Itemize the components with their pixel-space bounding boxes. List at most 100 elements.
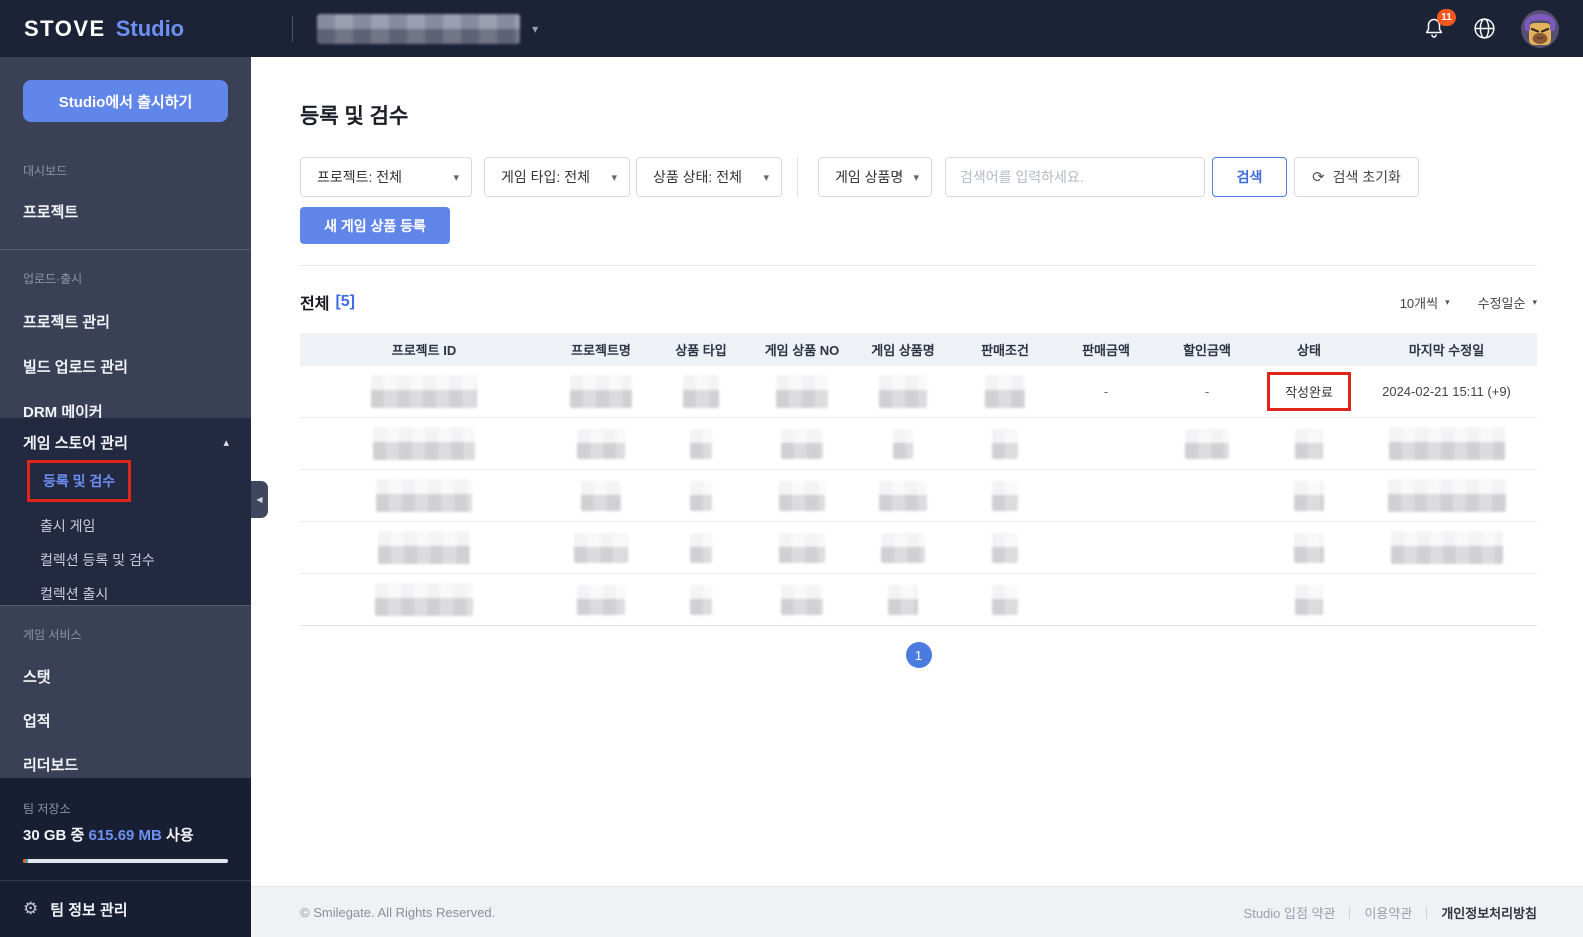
filter-bar: 프로젝트: 전체 ▾ 게임 타입: 전체 ▾ 상품 상태: 전체 ▾ 게임 상품… xyxy=(251,157,1583,197)
stove-studio-logo[interactable]: STOVE Studio xyxy=(24,16,184,42)
redacted-cell xyxy=(581,480,621,511)
search-reset-button[interactable]: ⟳ 검색 초기화 xyxy=(1294,157,1419,197)
footer-link-studio-terms[interactable]: Studio 입점 약관 xyxy=(1244,903,1336,922)
top-bar: STOVE Studio ▾ 11 xyxy=(0,0,1583,57)
table-row[interactable] xyxy=(300,418,1537,470)
sidebar-item-register-review[interactable]: 등록 및 검수 xyxy=(43,471,115,491)
sidebar-item-released-games[interactable]: 출시 게임 xyxy=(0,516,251,536)
table-row[interactable] xyxy=(300,574,1537,626)
table-row[interactable] xyxy=(300,522,1537,574)
sidebar-collapse-button[interactable]: ◀ xyxy=(251,481,268,518)
collapse-left-icon: ◀ xyxy=(256,495,263,504)
footer-link-privacy[interactable]: 개인정보처리방침 xyxy=(1441,903,1537,922)
col-header-project-id: 프로젝트 ID xyxy=(391,343,457,358)
redacted-cell xyxy=(376,479,472,512)
product-state-filter-dropdown[interactable]: 상품 상태: 전체 ▾ xyxy=(636,157,782,197)
sidebar-item-project-mgmt[interactable]: 프로젝트 관리 xyxy=(0,311,251,332)
redacted-cell xyxy=(373,427,475,460)
redacted-cell xyxy=(378,531,470,564)
search-button[interactable]: 검색 xyxy=(1212,157,1287,197)
section-label-game-service: 게임 서비스 xyxy=(23,628,82,642)
sale-price-value: - xyxy=(1103,384,1109,399)
brand-stove: STOVE xyxy=(24,15,106,41)
col-header-discount-price: 할인금액 xyxy=(1183,343,1231,358)
table-row[interactable] xyxy=(300,470,1537,522)
sidebar-item-team-info[interactable]: ⚙ 팀 정보 관리 xyxy=(0,880,251,937)
sidebar-item-stat[interactable]: 스탯 xyxy=(0,666,251,687)
pagination-page-1[interactable]: 1 xyxy=(905,642,932,668)
team-storage-panel: 팀 저장소 30 GB 중 615.69 MB 사용 xyxy=(0,778,251,880)
chevron-down-icon: ▾ xyxy=(1445,296,1450,307)
main-content: 등록 및 검수 프로젝트: 전체 ▾ 게임 타입: 전체 ▾ 상품 상태: 전체… xyxy=(251,57,1583,937)
table-row[interactable]: - - 작성완료 2024-02-21 15:11 (+9) xyxy=(300,366,1537,418)
redacted-cell xyxy=(881,532,925,563)
new-game-product-button[interactable]: 새 게임 상품 등록 xyxy=(300,207,450,244)
col-header-sale-condition: 판매조건 xyxy=(981,343,1029,358)
annotation-red-box-sidebar: 등록 및 검수 xyxy=(27,460,132,502)
workspace-name-redacted xyxy=(317,13,521,44)
sidebar-item-collection-register-review[interactable]: 컬렉션 등록 및 검수 xyxy=(0,550,251,570)
storage-label: 팀 저장소 xyxy=(23,802,71,816)
products-table: 프로젝트 ID 프로젝트명 상품 타입 게임 상품 NO 게임 상품명 판매조건… xyxy=(300,333,1537,626)
col-header-game-product-name: 게임 상품명 xyxy=(871,343,935,358)
pagination: 1 xyxy=(300,642,1537,668)
sidebar-item-project[interactable]: 프로젝트 xyxy=(0,201,251,222)
sidebar-item-leaderboard[interactable]: 리더보드 xyxy=(0,754,251,775)
col-header-last-modified: 마지막 수정일 xyxy=(1408,343,1485,358)
status-badge: 작성완료 xyxy=(1267,372,1351,411)
col-header-game-product-no: 게임 상품 NO xyxy=(764,343,840,358)
redacted-cell xyxy=(776,375,828,408)
redacted-cell xyxy=(1295,428,1323,459)
redacted-cell xyxy=(893,428,913,459)
page-size-dropdown[interactable]: 10개씩 ▾ xyxy=(1400,293,1450,312)
copyright-text: © Smilegate. All Rights Reserved. xyxy=(300,904,496,920)
footer: © Smilegate. All Rights Reserved. Studio… xyxy=(251,886,1583,937)
redacted-cell xyxy=(1294,532,1324,563)
notification-badge: 11 xyxy=(1437,8,1456,26)
sidebar-item-game-store-mgmt[interactable]: 게임 스토어 관리 ▴ xyxy=(0,418,251,453)
avatar[interactable] xyxy=(1521,9,1559,48)
chevron-up-icon: ▴ xyxy=(223,437,229,449)
last-modified-value: 2024-02-21 15:11 (+9) xyxy=(1382,384,1511,399)
redacted-cell xyxy=(879,375,927,408)
page-title: 등록 및 검수 xyxy=(300,105,409,128)
filter-divider xyxy=(797,157,798,197)
sort-order-dropdown[interactable]: 수정일순 ▾ xyxy=(1478,293,1537,312)
storage-usage-text: 30 GB 중 615.69 MB 사용 xyxy=(23,827,194,844)
sidebar: Studio에서 출시하기 대시보드 프로젝트 업로드·출시 프로젝트 관리 빌… xyxy=(0,57,251,937)
redacted-cell xyxy=(1390,531,1503,564)
publish-from-studio-button[interactable]: Studio에서 출시하기 xyxy=(23,80,228,122)
footer-link-terms[interactable]: 이용약관 xyxy=(1364,903,1412,922)
sidebar-item-achievement[interactable]: 업적 xyxy=(0,710,251,731)
redacted-cell xyxy=(683,375,719,408)
gear-icon: ⚙ xyxy=(23,899,39,918)
chevron-down-icon: ▾ xyxy=(611,171,617,184)
discount-price-value: - xyxy=(1204,384,1210,399)
redacted-cell xyxy=(781,428,823,459)
notification-bell-button[interactable]: 11 xyxy=(1422,8,1456,42)
sidebar-item-build-upload-mgmt[interactable]: 빌드 업로드 관리 xyxy=(0,356,251,377)
game-type-filter-dropdown[interactable]: 게임 타입: 전체 ▾ xyxy=(484,157,630,197)
redacted-cell xyxy=(992,480,1018,511)
sidebar-item-collection-release[interactable]: 컬렉션 출시 xyxy=(0,584,251,604)
redacted-cell xyxy=(690,584,712,615)
redacted-cell xyxy=(577,428,625,459)
chevron-down-icon: ▾ xyxy=(532,21,539,36)
redacted-cell xyxy=(779,480,825,511)
redacted-cell xyxy=(992,584,1018,615)
redacted-cell xyxy=(888,584,918,615)
search-category-dropdown[interactable]: 게임 상품명 ▾ xyxy=(818,157,932,197)
project-filter-dropdown[interactable]: 프로젝트: 전체 ▾ xyxy=(300,157,472,197)
chevron-down-icon: ▾ xyxy=(1532,296,1537,307)
globe-icon[interactable] xyxy=(1472,16,1497,41)
workspace-selector[interactable]: ▾ xyxy=(317,13,539,44)
redacted-cell xyxy=(1387,479,1506,512)
refresh-icon: ⟳ xyxy=(1312,169,1325,186)
search-input[interactable] xyxy=(945,157,1205,197)
chevron-down-icon: ▾ xyxy=(763,171,769,184)
sidebar-item-label: 게임 스토어 관리 xyxy=(23,435,128,452)
table-header-row: 프로젝트 ID 프로젝트명 상품 타입 게임 상품 NO 게임 상품명 판매조건… xyxy=(300,333,1537,366)
redacted-cell xyxy=(1295,584,1323,615)
total-count: [5] xyxy=(335,293,356,310)
col-header-status: 상태 xyxy=(1297,343,1321,358)
